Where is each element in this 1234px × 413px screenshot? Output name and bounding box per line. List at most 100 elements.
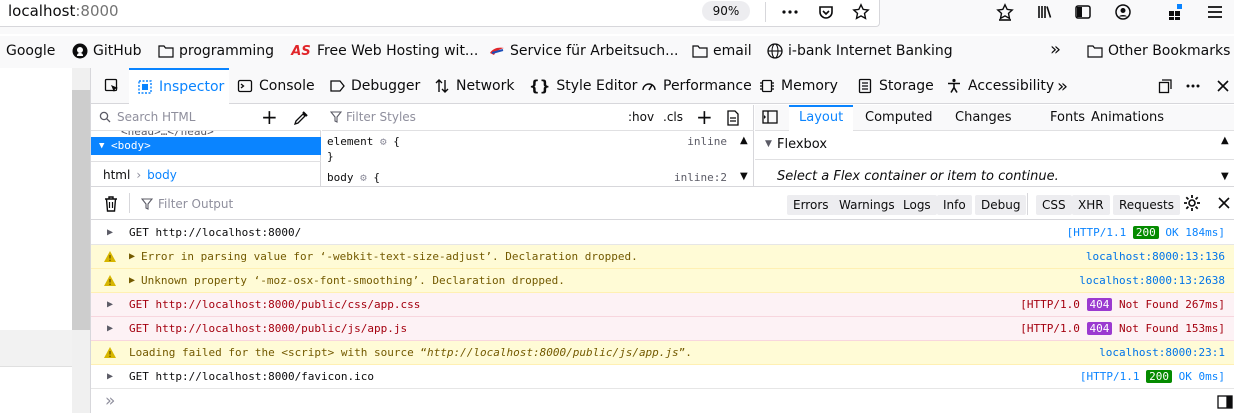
tab-style-editor[interactable]: {} Style Editor — [529, 68, 637, 104]
console-input[interactable]: » — [91, 390, 1234, 413]
tab-console[interactable]: Console — [237, 68, 315, 104]
downloads-star-icon[interactable] — [993, 0, 1017, 24]
body-node-selected[interactable]: ▼ <body> — [91, 137, 321, 155]
tab-changes[interactable]: Changes — [955, 105, 1012, 131]
filter-styles-bar[interactable]: Filter Styles :hov .cls + — [322, 105, 754, 131]
source-link[interactable]: localhost:8000:13:136 — [1086, 245, 1225, 268]
expand-arrow-icon[interactable]: ▶ — [129, 245, 135, 268]
error-row[interactable]: ▶ GET http://localhost:8000/public/js/ap… — [91, 317, 1234, 341]
filter-css-button[interactable]: CSS — [1036, 195, 1072, 215]
toggle-editor-icon[interactable] — [1217, 395, 1233, 413]
bookmark-star-icon[interactable] — [849, 0, 873, 24]
sidebar-icon[interactable] — [1071, 0, 1095, 24]
print-media-icon[interactable] — [726, 110, 740, 130]
dock-mode-icon[interactable] — [1157, 68, 1173, 104]
page-actions-icon[interactable] — [778, 0, 802, 24]
tab-storage[interactable]: Storage — [857, 68, 934, 104]
more-tabs-icon[interactable]: » — [1057, 68, 1068, 104]
account-icon[interactable] — [1111, 0, 1135, 24]
eyedropper-icon[interactable] — [293, 110, 309, 130]
gear-icon[interactable]: ⚙ — [360, 171, 367, 184]
bookmark-free-web-hosting[interactable]: AS Free Web Hosting wit... — [290, 43, 478, 59]
warning-row[interactable]: ▶ Unknown property ‘-moz-osx-font-smooth… — [91, 269, 1234, 293]
tab-fonts[interactable]: Fonts — [1050, 105, 1085, 131]
rules-scroll-down-icon[interactable]: ▼ — [740, 171, 748, 182]
crumb-html[interactable]: html — [103, 168, 130, 182]
crumb-body[interactable]: body — [147, 168, 177, 182]
search-html-input[interactable]: Search HTML — [117, 110, 195, 124]
filter-logs-button[interactable]: Logs — [897, 195, 937, 215]
pocket-icon[interactable] — [814, 0, 838, 24]
expand-arrow-icon[interactable]: ▶ — [107, 365, 113, 388]
page-scrollbar-thumb[interactable] — [72, 90, 90, 330]
tab-inspector[interactable]: Inspector — [129, 68, 229, 104]
filter-requests-button[interactable]: Requests — [1113, 195, 1180, 215]
filter-info-button[interactable]: Info — [937, 195, 972, 215]
tab-accessibility[interactable]: Accessibility — [946, 68, 1054, 104]
library-icon[interactable] — [1033, 0, 1057, 24]
expand-arrow-icon[interactable]: ▶ — [107, 293, 113, 316]
bookmark-google[interactable]: Google — [6, 43, 55, 59]
add-rule-icon[interactable]: + — [696, 105, 713, 129]
console-settings-gear-icon[interactable] — [1183, 194, 1201, 216]
extensions-icon[interactable] — [1163, 0, 1187, 24]
rules-scroll-up-icon[interactable]: ▲ — [740, 135, 748, 146]
rule-source[interactable]: inline:2 — [674, 171, 727, 184]
close-devtools-icon[interactable] — [1215, 68, 1231, 104]
tab-memory[interactable]: Memory — [759, 68, 838, 104]
expand-arrow-icon[interactable]: ▼ — [99, 137, 104, 155]
filter-output-input[interactable]: Filter Output — [158, 197, 233, 211]
bookmark-other[interactable]: Other Bookmarks — [1087, 43, 1230, 59]
tab-layout[interactable]: Layout — [789, 105, 854, 131]
console-icon — [237, 79, 253, 93]
bookmark-github[interactable]: GitHub — [72, 43, 142, 59]
filter-debug-button[interactable]: Debug — [975, 195, 1027, 215]
toggle-sidebar-icon[interactable] — [762, 110, 778, 128]
devtools-menu-icon[interactable] — [1185, 68, 1201, 104]
source-url[interactable]: http://localhost:8000/public/js/app.js — [427, 346, 679, 359]
tab-network[interactable]: Network — [434, 68, 514, 104]
warning-row[interactable]: Loading failed for the <script> with sou… — [91, 341, 1234, 365]
hov-button[interactable]: :hov — [628, 110, 654, 124]
hamburger-menu-icon[interactable] — [1203, 0, 1227, 24]
expand-arrow-icon[interactable]: ▶ — [107, 317, 113, 340]
tab-debugger[interactable]: Debugger — [329, 68, 420, 104]
flexbox-header[interactable]: ▼ Flexbox — [755, 132, 1234, 160]
zoom-indicator[interactable]: 90% — [702, 1, 750, 21]
log-row[interactable]: ▶ GET http://localhost:8000/ [HTTP/1.1 2… — [91, 221, 1234, 245]
error-row[interactable]: ▶ GET http://localhost:8000/public/css/a… — [91, 293, 1234, 317]
markup-view: Search HTML + <head>…</head> ▼ <body> ht… — [91, 105, 321, 187]
rule-source[interactable]: inline — [687, 135, 727, 148]
bookmark-ibank[interactable]: i-bank Internet Banking — [767, 43, 953, 59]
expand-arrow-icon[interactable]: ▶ — [107, 221, 113, 244]
add-node-icon[interactable]: + — [261, 105, 278, 129]
source-link[interactable]: localhost:8000:13:2638 — [1079, 269, 1225, 292]
bookmark-programming[interactable]: programming — [158, 43, 274, 59]
trash-icon[interactable] — [104, 196, 118, 216]
sidebar-scroll-down-icon[interactable]: ▼ — [1221, 171, 1229, 182]
filter-errors-button[interactable]: Errors — [787, 195, 835, 215]
filter-styles-input[interactable]: Filter Styles — [346, 110, 416, 124]
tab-animations[interactable]: Animations — [1091, 105, 1164, 131]
url-field[interactable]: localhost:8000 90% — [0, 0, 880, 27]
search-html-bar[interactable]: Search HTML + — [91, 105, 321, 131]
url-text[interactable]: localhost:8000 — [8, 2, 119, 20]
bookmark-service-arbeitsuchende[interactable]: Service für Arbeitsuch... — [489, 43, 679, 59]
warning-row[interactable]: ▶ Error in parsing value for ‘-webkit-te… — [91, 245, 1234, 269]
pick-element-icon[interactable] — [99, 68, 125, 104]
bookmark-email[interactable]: email — [692, 43, 752, 59]
bookmarks-overflow-icon[interactable]: » — [1050, 41, 1061, 59]
filter-xhr-button[interactable]: XHR — [1072, 195, 1110, 215]
log-row[interactable]: ▶ GET http://localhost:8000/favicon.ico … — [91, 365, 1234, 389]
cls-button[interactable]: .cls — [663, 110, 683, 124]
performance-icon — [642, 83, 656, 91]
source-link[interactable]: localhost:8000:23:1 — [1099, 341, 1225, 364]
tab-performance[interactable]: Performance — [641, 68, 752, 104]
close-split-console-icon[interactable] — [1217, 196, 1231, 214]
expand-arrow-icon[interactable]: ▶ — [129, 269, 135, 292]
filter-warnings-button[interactable]: Warnings — [833, 195, 901, 215]
sidebar-scroll-up-icon[interactable]: ▲ — [1221, 135, 1229, 146]
tab-computed[interactable]: Computed — [865, 105, 933, 131]
inspector-panels: Search HTML + <head>…</head> ▼ <body> ht… — [91, 105, 1234, 187]
gear-icon[interactable]: ⚙ — [380, 135, 387, 148]
